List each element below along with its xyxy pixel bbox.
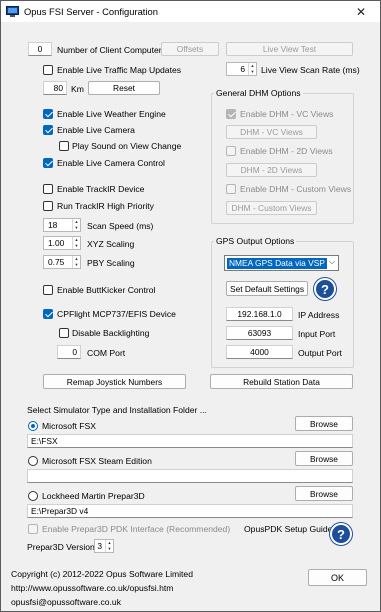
num-clients-input[interactable]: 0 xyxy=(28,42,52,56)
play-sound-checkbox[interactable] xyxy=(59,141,69,151)
gps-output-select[interactable]: NMEA GPS Data via VSP ⌵ xyxy=(224,255,339,271)
fsx-path-input[interactable]: E:\FSX xyxy=(27,434,353,448)
scan-speed-value: 18 xyxy=(48,220,58,230)
live-weather-checkbox[interactable] xyxy=(43,109,53,119)
pdk-help-icon[interactable]: ? xyxy=(330,523,352,545)
com-port-input[interactable]: 0 xyxy=(57,345,81,359)
browse-fsx-steam-button[interactable]: Browse xyxy=(295,451,353,466)
live-camera-label: Enable Live Camera xyxy=(57,125,135,135)
cpflight-label: CPFlight MCP737/EFIS Device xyxy=(57,309,176,319)
trackir-priority-label: Run TrackIR High Priority xyxy=(57,201,154,211)
live-camera-control-label: Enable Live Camera Control xyxy=(57,158,165,168)
input-port-input[interactable]: 63093 xyxy=(226,326,293,340)
prepar3d-version-value: 3 xyxy=(97,541,102,551)
live-camera-checkbox[interactable] xyxy=(43,125,53,135)
dhm-custom-checkbox[interactable] xyxy=(226,184,236,194)
fsx-steam-path-input[interactable] xyxy=(27,469,353,483)
com-port-label: COM Port xyxy=(87,348,126,358)
input-port-label: Input Port xyxy=(298,329,336,339)
gps-output-selected: NMEA GPS Data via VSP xyxy=(227,257,327,269)
support-email: opusfsi@opussoftware.co.uk xyxy=(11,597,121,607)
sim-fsx-steam-label: Microsoft FSX Steam Edition xyxy=(42,456,152,466)
live-camera-control-checkbox[interactable] xyxy=(43,158,53,168)
prepar3d-version-stepper[interactable]: 3 ▲ ▼ xyxy=(94,539,114,553)
reset-button[interactable]: Reset xyxy=(88,81,160,95)
remap-joystick-button[interactable]: Remap Joystick Numbers xyxy=(43,374,186,389)
browse-prepar3d-button[interactable]: Browse xyxy=(295,486,353,501)
gps-options-title: GPS Output Options xyxy=(214,236,297,246)
dhm-2d-button[interactable]: DHM - 2D Views xyxy=(226,163,317,177)
offsets-button[interactable]: Offsets xyxy=(161,42,219,56)
chevron-down-icon[interactable]: ⌵ xyxy=(329,257,335,267)
stepper-down-icon[interactable]: ▼ xyxy=(73,262,80,268)
scan-rate-stepper[interactable]: 6 ▲ ▼ xyxy=(226,62,257,76)
trackir-label: Enable TrackIR Device xyxy=(57,184,145,194)
sim-prepar3d-label: Lockheed Martin Prepar3D xyxy=(42,491,145,501)
disable-backlight-label: Disable Backlighting xyxy=(72,328,150,338)
xyz-scaling-value: 1.00 xyxy=(48,238,65,248)
trackir-priority-checkbox[interactable] xyxy=(43,201,53,211)
buttkicker-label: Enable ButtKicker Control xyxy=(57,285,156,295)
buttkicker-checkbox[interactable] xyxy=(43,285,53,295)
dhm-vc-checkbox[interactable] xyxy=(226,109,236,119)
pdk-guide-label: OpusPDK Setup Guide xyxy=(244,524,333,534)
output-port-label: Output Port xyxy=(298,348,342,358)
scan-rate-label: Live View Scan Rate (ms) xyxy=(261,65,360,75)
xyz-scaling-label: XYZ Scaling xyxy=(87,239,135,249)
app-icon xyxy=(6,6,19,17)
gps-help-icon[interactable]: ? xyxy=(314,278,336,300)
close-button[interactable]: ✕ xyxy=(342,1,380,22)
live-traffic-checkbox[interactable] xyxy=(43,65,53,75)
website-url: http://www.opussoftware.co.uk/opusfsi.ht… xyxy=(11,583,174,593)
window-title: Opus FSI Server - Configuration xyxy=(24,6,158,17)
browse-fsx-button[interactable]: Browse xyxy=(295,416,353,431)
ip-address-input[interactable]: 192.168.1.0 xyxy=(226,307,293,321)
stepper-down-icon[interactable]: ▼ xyxy=(106,546,113,552)
prepar3d-version-label: Prepar3D Version xyxy=(27,542,95,552)
live-weather-label: Enable Live Weather Engine xyxy=(57,109,166,119)
disable-backlight-checkbox[interactable] xyxy=(59,328,69,338)
output-port-input[interactable]: 4000 xyxy=(226,345,293,359)
pby-scaling-value: 0.75 xyxy=(48,257,65,267)
sim-fsx-radio[interactable] xyxy=(28,421,38,431)
config-window: Opus FSI Server - Configuration ✕ 0 Numb… xyxy=(0,0,381,612)
sim-prepar3d-radio[interactable] xyxy=(28,491,38,501)
prepar3d-path-input[interactable]: E:\Prepar3D v4 xyxy=(27,504,353,518)
num-clients-label: Number of Client Computers xyxy=(57,45,166,55)
km-input[interactable]: 80 xyxy=(43,81,67,95)
dhm-custom-button[interactable]: DHM - Custom Views xyxy=(226,201,317,215)
dhm-vc-label: Enable DHM - VC Views xyxy=(240,109,334,119)
stepper-down-icon[interactable]: ▼ xyxy=(73,225,80,231)
rebuild-station-data-button[interactable]: Rebuild Station Data xyxy=(210,374,353,389)
sim-fsx-steam-radio[interactable] xyxy=(28,456,38,466)
simulator-section-label: Select Simulator Type and Installation F… xyxy=(27,405,207,415)
scan-rate-value: 6 xyxy=(240,64,245,74)
pdk-interface-label: Enable Prepar3D PDK Interface (Recommend… xyxy=(42,524,231,534)
dhm-options-title: General DHM Options xyxy=(214,88,303,98)
dhm-2d-checkbox[interactable] xyxy=(226,146,236,156)
km-label: Km xyxy=(71,84,84,94)
stepper-down-icon[interactable]: ▼ xyxy=(73,243,80,249)
pby-scaling-label: PBY Scaling xyxy=(87,258,135,268)
copyright-text: Copyright (c) 2012-2022 Opus Software Li… xyxy=(11,569,193,579)
trackir-checkbox[interactable] xyxy=(43,184,53,194)
live-traffic-label: Enable Live Traffic Map Updates xyxy=(57,65,182,75)
play-sound-label: Play Sound on View Change xyxy=(72,141,182,151)
set-default-settings-button[interactable]: Set Default Settings xyxy=(226,281,308,296)
stepper-down-icon[interactable]: ▼ xyxy=(249,69,256,75)
sim-fsx-label: Microsoft FSX xyxy=(42,421,96,431)
scan-speed-stepper[interactable]: 18 ▲ ▼ xyxy=(43,218,81,232)
cpflight-checkbox[interactable] xyxy=(43,309,53,319)
ip-address-label: IP Address xyxy=(298,310,340,320)
scan-speed-label: Scan Speed (ms) xyxy=(87,221,154,231)
live-view-test-button[interactable]: Live View Test xyxy=(226,42,353,56)
dhm-vc-button[interactable]: DHM - VC Views xyxy=(226,125,317,139)
title-bar[interactable]: Opus FSI Server - Configuration ✕ xyxy=(1,1,380,22)
pdk-interface-checkbox[interactable] xyxy=(28,524,38,534)
ok-button[interactable]: OK xyxy=(308,569,367,586)
pby-scaling-stepper[interactable]: 0.75 ▲ ▼ xyxy=(43,255,81,269)
dhm-2d-label: Enable DHM - 2D Views xyxy=(240,146,333,156)
xyz-scaling-stepper[interactable]: 1.00 ▲ ▼ xyxy=(43,236,81,250)
dhm-custom-label: Enable DHM - Custom Views xyxy=(240,184,352,194)
